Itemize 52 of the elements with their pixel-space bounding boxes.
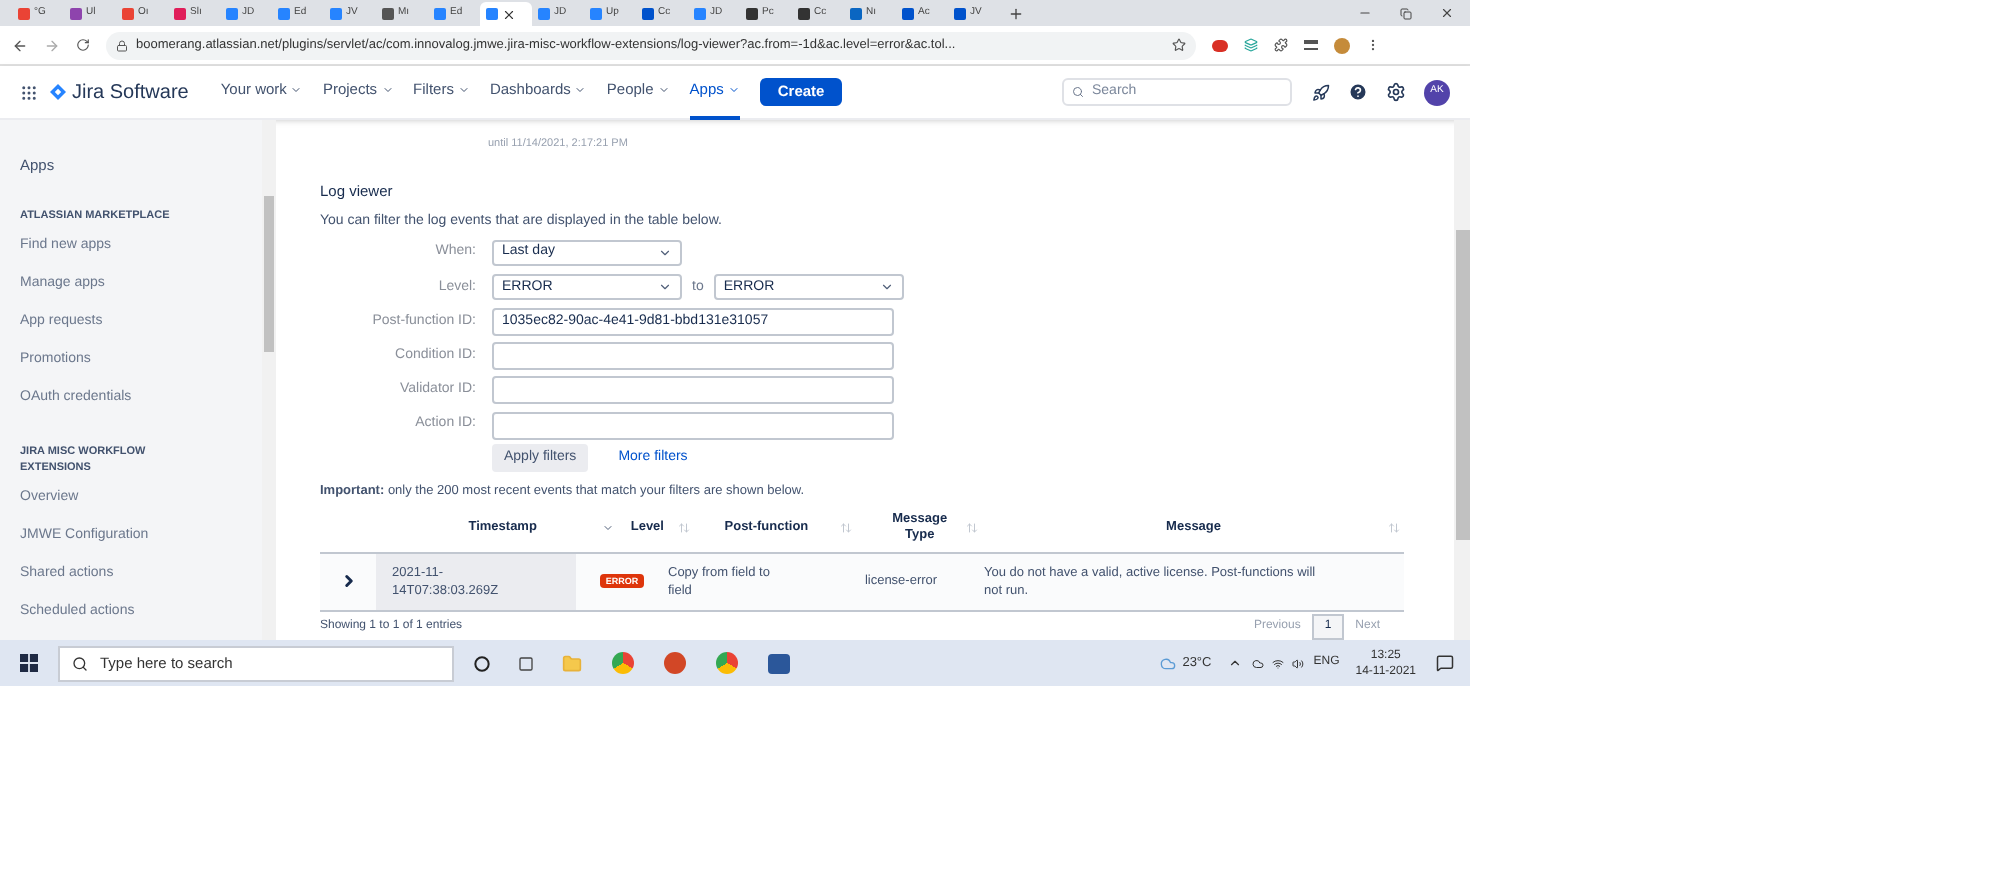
chevron-down-icon bbox=[574, 84, 587, 96]
lock-icon bbox=[116, 39, 128, 51]
close-window-icon[interactable] bbox=[1440, 6, 1454, 20]
expand-icon[interactable] bbox=[339, 572, 357, 591]
windows-logo-icon[interactable] bbox=[20, 654, 38, 672]
cortana-icon[interactable] bbox=[474, 655, 490, 671]
chevron-down-icon bbox=[879, 280, 894, 295]
reload-icon[interactable] bbox=[76, 38, 90, 52]
close-icon[interactable] bbox=[502, 7, 516, 21]
chevron-down-icon bbox=[657, 84, 670, 96]
notification-icon[interactable] bbox=[1436, 654, 1454, 672]
input-field[interactable] bbox=[492, 411, 894, 440]
back-icon[interactable] bbox=[12, 37, 28, 53]
extension-icon[interactable] bbox=[1212, 39, 1228, 51]
search-icon bbox=[1072, 86, 1084, 98]
profile-avatar[interactable] bbox=[1334, 37, 1350, 53]
forward-icon[interactable] bbox=[44, 37, 60, 53]
cloud-icon[interactable] bbox=[1251, 657, 1264, 669]
product-name[interactable]: Jira Software bbox=[72, 77, 189, 107]
browser-tab[interactable] bbox=[480, 2, 532, 26]
extensions-icon[interactable] bbox=[1274, 38, 1288, 52]
sidebar-scrollbar[interactable] bbox=[262, 120, 276, 640]
search-icon bbox=[72, 655, 88, 671]
settings-icon[interactable] bbox=[1386, 82, 1406, 102]
jira-logo-icon[interactable] bbox=[50, 84, 66, 100]
app-switcher-icon[interactable] bbox=[20, 83, 38, 101]
extension-icon[interactable] bbox=[1244, 38, 1258, 52]
restore-icon[interactable] bbox=[1400, 8, 1412, 20]
browser-app-icon[interactable] bbox=[716, 652, 738, 674]
page-scrollbar[interactable] bbox=[1454, 120, 1470, 640]
volume-icon[interactable] bbox=[1291, 657, 1304, 669]
document-app-icon[interactable] bbox=[768, 653, 790, 673]
chevron-down-icon bbox=[290, 84, 303, 96]
star-icon[interactable] bbox=[1172, 38, 1186, 52]
input-field[interactable] bbox=[492, 376, 894, 405]
task-view-icon[interactable] bbox=[518, 655, 534, 671]
chevron-down-icon bbox=[658, 280, 672, 295]
presentation-app-icon[interactable] bbox=[664, 652, 686, 674]
help-icon[interactable] bbox=[1348, 82, 1368, 102]
wifi-icon[interactable] bbox=[1271, 657, 1284, 669]
new-tab-icon[interactable] bbox=[1008, 6, 1024, 22]
input-field[interactable] bbox=[492, 342, 894, 371]
chevron-down-icon bbox=[727, 84, 740, 96]
menu-icon[interactable] bbox=[1366, 38, 1380, 52]
chevron-up-icon[interactable] bbox=[1227, 656, 1242, 670]
chevron-down-icon bbox=[457, 84, 470, 96]
chevron-down-icon bbox=[658, 246, 672, 261]
weather-icon[interactable] bbox=[1160, 655, 1177, 671]
chevron-down-icon bbox=[381, 84, 394, 96]
browser-app-icon[interactable] bbox=[612, 652, 634, 674]
minimize-icon[interactable] bbox=[1358, 6, 1372, 20]
rocket-icon[interactable] bbox=[1312, 83, 1330, 101]
